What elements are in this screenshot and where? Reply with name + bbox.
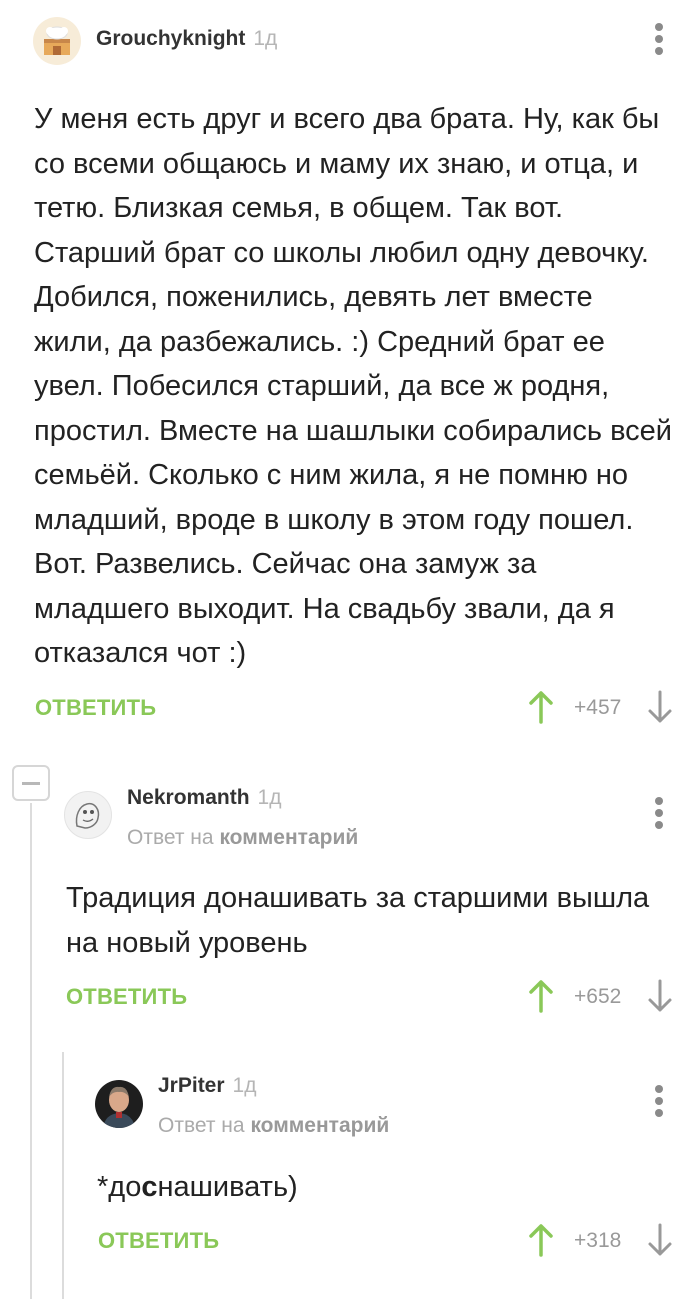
reply-to-label: Ответ на комментарий	[127, 826, 358, 850]
text-bold: с	[141, 1171, 158, 1203]
comment-score: +318	[574, 1229, 622, 1252]
comment-time: 1д	[232, 1074, 257, 1097]
text-suffix: нашивать)	[157, 1171, 298, 1203]
downvote-arrow-icon[interactable]	[645, 979, 675, 1013]
upvote-arrow-icon[interactable]	[526, 979, 556, 1013]
comment-header: JrPiter 1д	[158, 1074, 256, 1098]
downvote-arrow-icon[interactable]	[645, 690, 675, 724]
reply-to-prefix: Ответ на	[158, 1114, 245, 1137]
kebab-menu-icon[interactable]	[647, 1082, 671, 1122]
avatar-image	[103, 1086, 135, 1128]
reply-to-link[interactable]: комментарий	[219, 826, 358, 849]
upvote-arrow-icon[interactable]	[526, 1223, 556, 1257]
downvote-arrow-icon[interactable]	[645, 1223, 675, 1257]
comment-header: Grouchyknight 1д	[96, 27, 277, 51]
comment-text: Традиция донашивать за старшими вышла на…	[66, 882, 650, 959]
avatar-jrpiter[interactable]	[95, 1080, 143, 1128]
kebab-menu-icon[interactable]	[647, 20, 671, 60]
author-name[interactable]: Nekromanth	[127, 786, 250, 809]
comment-score: +652	[574, 985, 622, 1008]
comment-score: +457	[574, 696, 622, 719]
reply-button[interactable]: ОТВЕТИТЬ	[98, 1228, 219, 1254]
kebab-menu-icon[interactable]	[647, 794, 671, 834]
avatar-grouchyknight[interactable]	[33, 17, 81, 65]
comment-text: У меня есть друг и всего два брата. Ну, …	[34, 103, 672, 669]
comment-time: 1д	[253, 27, 278, 50]
reply-button[interactable]: ОТВЕТИТЬ	[35, 695, 156, 721]
avatar-image	[44, 26, 70, 55]
avatar-image	[75, 802, 100, 829]
avatar-nekromanth[interactable]	[64, 791, 112, 839]
reply-to-prefix: Ответ на	[127, 826, 214, 849]
reply-button[interactable]: ОТВЕТИТЬ	[66, 984, 187, 1010]
collapse-thread-icon[interactable]	[12, 765, 50, 801]
reply-to-link[interactable]: комментарий	[250, 1114, 389, 1137]
author-name[interactable]: JrPiter	[158, 1074, 225, 1097]
upvote-arrow-icon[interactable]	[526, 690, 556, 724]
author-name[interactable]: Grouchyknight	[96, 27, 245, 50]
reply-to-label: Ответ на комментарий	[158, 1114, 389, 1138]
thread-line-nested[interactable]	[62, 1052, 64, 1299]
text-prefix: *до	[97, 1171, 142, 1203]
comment-time: 1д	[257, 786, 282, 809]
comment-text: *доснашивать)	[97, 1165, 657, 1210]
thread-line[interactable]	[30, 803, 32, 1299]
comment-header: Nekromanth 1д	[127, 786, 281, 810]
